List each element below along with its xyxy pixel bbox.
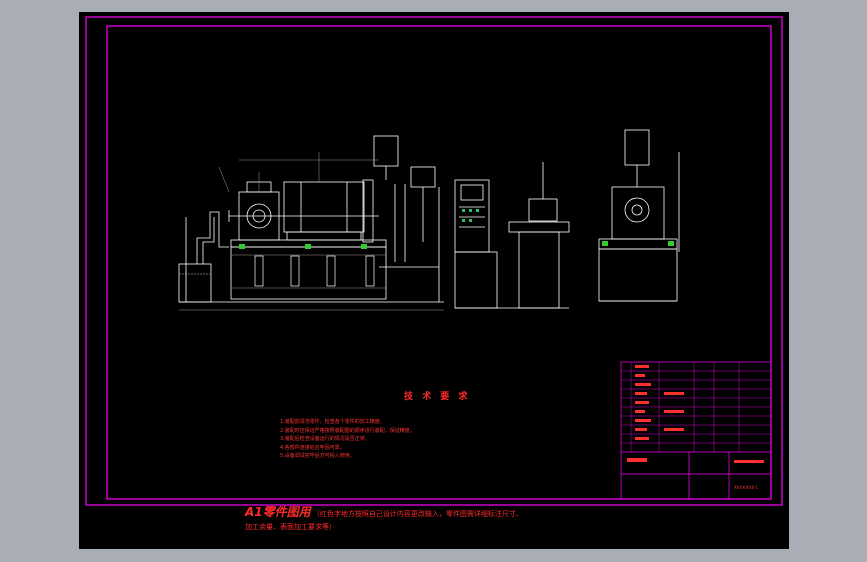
tech-requirement-item: 2.装配时应保证严格按照装配图的顺序进行装配，保证精度。 (280, 427, 415, 434)
tech-requirement-item: 3.装配后检查设备运行的情况是否正常。 (280, 436, 370, 442)
main-assembly (178, 135, 444, 303)
drawing-number: XXXX-XXX-1 (734, 485, 758, 490)
control-cabinet (454, 162, 570, 309)
footer-line-2: 加工余量、表面加工要求等） (245, 523, 336, 531)
water-tank (178, 263, 212, 303)
footer-note: A1零件图用 （红色字地方按照自己设计内容更改输入，零件图需详细标注尺寸、 加工… (245, 506, 665, 534)
tech-requirement-item: 5.设备调试完毕后方可投入使用。 (280, 453, 355, 459)
cad-viewport[interactable]: XXXX-XXX-1 技 术 要 求 1.装配前清洗零件，检查各个零件的加工精度… (79, 12, 789, 549)
hopper (373, 135, 399, 167)
footer-line-1: （红色字地方按照自己设计内容更改输入，零件图需详细标注尺寸、 (312, 510, 523, 518)
footer-big-label: A1零件图用 (245, 505, 311, 519)
tech-requirements-list: 1.装配前清洗零件，检查各个零件的加工精度。 2.装配时应保证严格按照装配图的顺… (280, 418, 415, 461)
cad-drawing: XXXX-XXX-1 (85, 16, 783, 506)
tech-requirement-item: 1.装配前清洗零件，检查各个零件的加工精度。 (280, 419, 385, 425)
outer-border (85, 16, 783, 506)
motor (283, 181, 365, 233)
side-view (598, 129, 680, 302)
tech-requirement-item: 4.各部件连接处应牢固可靠。 (280, 444, 345, 451)
tech-requirements-title: 技 术 要 求 (404, 392, 471, 402)
